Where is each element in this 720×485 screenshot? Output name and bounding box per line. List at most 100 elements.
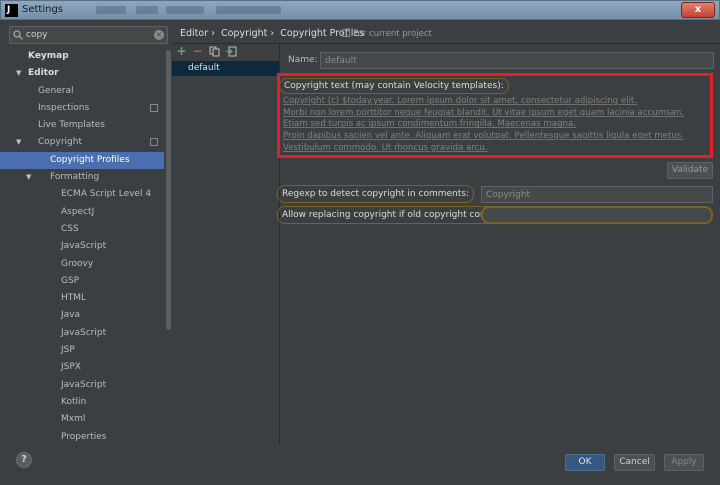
tree-item-label: JSP [61,345,75,356]
tree-item[interactable]: AspectJ [0,204,164,221]
profiles-toolbar: + − [172,44,279,61]
settings-tree: Keymap ▼ Editor General Inspections Live Temp… [0,48,164,446]
dialog-footer [0,445,720,485]
tree-item-label: Editor [28,68,59,79]
tree-item-label: GSP [61,275,80,286]
tree-item[interactable]: CSS [0,221,164,238]
breadcrumb: Editor › Copyright › Copyright Profiles [180,28,367,39]
tree-item[interactable]: Java [0,307,164,324]
tree-item[interactable]: Keymap [0,48,164,65]
window-title: Settings [22,4,64,15]
copyright-line: Etiam sed turpis ac ipsum condimentum fr… [283,119,576,130]
for-current-project: For current project [342,29,432,39]
tree-item[interactable]: General [0,83,164,100]
search-input[interactable] [26,28,154,42]
tree-item[interactable]: JSP [0,342,164,359]
tree-item-label: ECMA Script Level 4 [61,189,152,200]
tree-item-label: JSPX [61,362,81,373]
tree-item-label: AspectJ [61,206,95,217]
help-icon[interactable]: ? [16,452,32,468]
add-icon[interactable]: + [176,45,187,57]
tree-item[interactable]: GSP [0,273,164,290]
tree-item[interactable]: Copyright Profiles [0,151,164,170]
regexp-field[interactable] [481,186,713,203]
copyright-line: Morbi non lorem porttitor neque feugiat … [283,107,685,118]
tree-item-label: Copyright [38,137,82,148]
validate-button[interactable]: Validate [667,162,713,179]
tree-item[interactable]: ECMA Script Level 4 [0,186,164,203]
tree-item-label: Formatting [50,172,100,183]
tree-item-label: Mxml [61,414,86,425]
tree-item-label: HTML [61,293,87,304]
tree-item[interactable]: JavaScript [0,238,164,255]
tree-item[interactable]: HTML [0,290,164,307]
tree-item-label: General [38,85,74,96]
expand-arrow-icon[interactable]: ▼ [16,65,21,82]
tree-item[interactable]: ▼ Formatting [0,169,164,186]
cancel-button[interactable]: Cancel [614,454,655,471]
tree-item[interactable]: ▼ Editor [0,65,164,82]
tree-item-label: Java [61,310,81,321]
close-button[interactable]: x [681,2,715,18]
apply-button[interactable]: Apply [664,454,704,471]
tree-item-label: Properties [61,431,107,442]
tree-item-label: CSS [61,223,79,234]
copyright-line: Copyright (c) $today.year. Lorem ipsum d… [283,96,637,106]
breadcrumb-copyright: Copyright [220,28,268,39]
expand-arrow-icon[interactable]: ▼ [16,134,21,151]
tree-item[interactable]: Live Templates [0,117,164,134]
allow-replacing-field[interactable] [481,206,713,224]
tree-item-label: Inspections [38,102,90,113]
tree-item-label: Groovy [61,258,94,269]
background-tab [216,6,281,14]
search-icon [13,30,23,40]
tree-item-label: JavaScript [61,379,107,390]
settings-sidebar: × Keymap ▼ Editor General Inspections Live Te… [0,20,172,445]
profile-item-default[interactable]: default [172,61,279,76]
title-bar: J Settings x [0,0,720,20]
copyright-text-editor[interactable]: Copyright (c) $today.year. Lorem ipsum d… [283,96,708,155]
tree-item-label: Live Templates [38,120,105,131]
search-field[interactable]: × [9,26,168,44]
breadcrumb-separator: › [270,28,275,39]
profiles-panel: + − default [172,44,280,445]
breadcrumb-separator: › [211,28,215,39]
clear-search-icon[interactable]: × [154,30,164,40]
tree-item[interactable]: JavaScript [0,377,164,394]
regexp-label: Regexp to detect copyright in comments: [277,185,474,203]
background-tab [166,6,204,14]
tree-item[interactable]: Inspections [0,100,164,117]
app-icon: J [5,4,18,17]
project-scope-icon [150,103,158,112]
tree-item-label: JavaScript [61,327,107,338]
tree-item[interactable]: Kotlin [0,394,164,411]
tree-item-label: Copyright Profiles [50,154,130,165]
project-scope-icon [342,29,350,37]
project-scope-icon [150,138,158,147]
allow-replacing-label: Allow replacing copyright if old copyrig… [277,206,516,224]
tree-item[interactable]: Groovy [0,256,164,273]
tree-item[interactable]: JavaScript [0,325,164,342]
tree-item[interactable]: Mxml [0,411,164,428]
tree-item[interactable]: JSPX [0,359,164,376]
copy-icon[interactable] [209,46,220,57]
breadcrumb-header: Editor › Copyright › Copyright Profiles Fo… [172,20,720,44]
tree-item-label: Kotlin [61,396,87,407]
tree-item-label: JavaScript [61,241,107,252]
tree-item[interactable]: Properties [0,429,164,446]
name-label: Name: [288,55,318,65]
background-tab [136,6,158,14]
copyright-line: Vestibulum commodo. Ut rhoncus gravida a… [283,142,488,153]
name-field[interactable] [320,52,714,69]
ok-button[interactable]: OK [565,454,605,471]
expand-arrow-icon[interactable]: ▼ [26,169,31,186]
copyright-text-label: Copyright text (may contain Velocity tem… [279,78,509,94]
breadcrumb-editor: Editor [180,28,209,39]
copyright-line: Proin dapibus sapien vel ante. Aliquam e… [283,131,684,142]
tree-item-label: Keymap [28,51,69,61]
tree-item[interactable]: ▼ Copyright [0,134,164,151]
background-tab [96,6,126,14]
scrollbar-thumb[interactable] [166,50,171,330]
remove-icon[interactable]: − [192,45,203,57]
import-icon[interactable] [226,46,237,57]
